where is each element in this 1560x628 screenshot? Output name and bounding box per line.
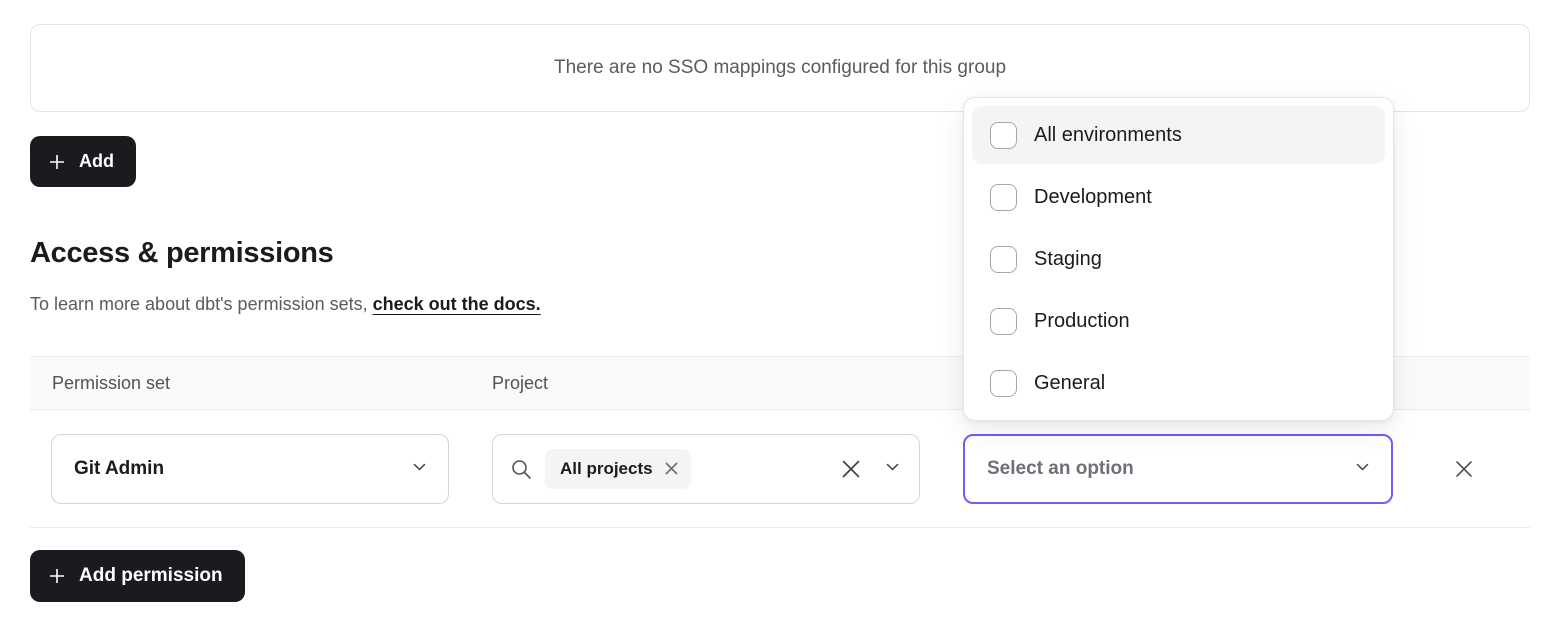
environment-select[interactable]: Select an option — [963, 434, 1393, 504]
chevron-down-icon — [411, 458, 428, 480]
plus-icon — [47, 566, 67, 586]
project-multiselect[interactable]: All projects — [492, 434, 920, 504]
project-chip-label: All projects — [560, 459, 653, 479]
add-permission-label: Add permission — [79, 565, 223, 587]
dropdown-option-label: General — [1034, 372, 1105, 395]
checkbox-unchecked-icon[interactable] — [990, 308, 1017, 335]
chevron-down-icon — [1354, 458, 1371, 480]
dropdown-option[interactable]: All environments — [972, 106, 1385, 164]
add-permission-button[interactable]: Add permission — [30, 550, 245, 602]
chip-remove-icon[interactable] — [665, 462, 678, 475]
dropdown-option[interactable]: General — [972, 354, 1385, 412]
dropdown-option-label: Staging — [1034, 248, 1102, 271]
dropdown-option-label: All environments — [1034, 124, 1182, 147]
permission-set-select[interactable]: Git Admin — [51, 434, 449, 504]
checkbox-unchecked-icon[interactable] — [990, 122, 1017, 149]
permission-set-value: Git Admin — [74, 458, 164, 480]
section-description: To learn more about dbt's permission set… — [30, 294, 541, 315]
remove-row-close-icon[interactable] — [1453, 458, 1475, 480]
dropdown-option[interactable]: Staging — [972, 230, 1385, 288]
sso-empty-message: There are no SSO mappings configured for… — [554, 57, 1006, 79]
dropdown-option[interactable]: Production — [972, 292, 1385, 350]
plus-icon — [47, 152, 67, 172]
checkbox-unchecked-icon[interactable] — [990, 246, 1017, 273]
add-sso-mapping-button[interactable]: Add — [30, 136, 136, 187]
dropdown-option-label: Production — [1034, 310, 1130, 333]
search-icon — [509, 457, 533, 481]
clear-icon[interactable] — [840, 458, 862, 480]
chevron-down-icon[interactable] — [884, 458, 901, 480]
add-button-label: Add — [79, 151, 114, 172]
docs-link[interactable]: check out the docs. — [373, 294, 541, 314]
dropdown-option[interactable]: Development — [972, 168, 1385, 226]
project-chip: All projects — [545, 449, 691, 489]
dropdown-option-label: Development — [1034, 186, 1152, 209]
environment-placeholder: Select an option — [987, 458, 1134, 480]
environment-dropdown-menu: All environments Development Staging Pro… — [963, 97, 1394, 421]
checkbox-unchecked-icon[interactable] — [990, 184, 1017, 211]
table-row: Git Admin All projects — [30, 410, 1530, 528]
description-text: To learn more about dbt's permission set… — [30, 294, 373, 314]
page-title: Access & permissions — [30, 237, 334, 270]
column-header-project: Project — [470, 373, 942, 394]
column-header-permission-set: Permission set — [30, 373, 470, 394]
checkbox-unchecked-icon[interactable] — [990, 370, 1017, 397]
